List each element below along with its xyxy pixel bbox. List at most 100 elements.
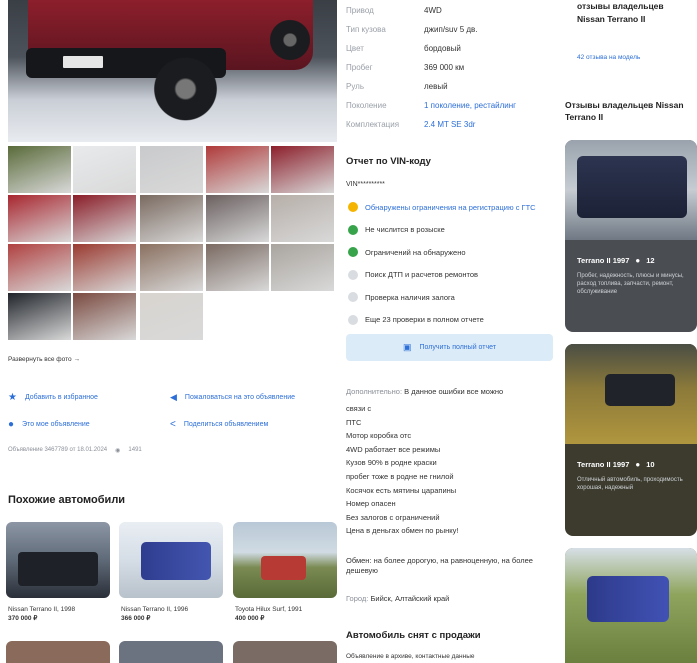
review-text: Пробег, надежность, плюсы и минусы, расх…: [577, 273, 684, 295]
document-icon: ▣: [402, 342, 412, 352]
photo-thumbnail[interactable]: [8, 195, 71, 242]
car-shape: [577, 156, 687, 218]
vin-check-text: Поиск ДТП и расчетов ремонтов: [365, 270, 479, 279]
review-head: Terrano II 1997 ● 12: [577, 256, 655, 265]
spec-key: Тип кузова: [346, 25, 386, 34]
lock-icon: [348, 314, 358, 325]
spec-row: Пробег 369 000 км: [346, 63, 464, 73]
photo-thumbnail[interactable]: [73, 195, 136, 242]
get-full-report-button[interactable]: ▣ Получить полный отчет: [346, 334, 553, 361]
similar-name: Nissan Terrano II, 1998: [8, 606, 76, 613]
vin-check-item: Обнаружены ограничения на регистрацию с …: [348, 202, 536, 212]
spec-key: Руль: [346, 82, 364, 91]
my-ad-action[interactable]: ● Это мое объявление: [8, 419, 90, 430]
vin-check-item: Не числится в розыске: [348, 224, 445, 235]
reviews-top-title[interactable]: отзывы владельцев Nissan Terrano II: [577, 0, 692, 26]
photo-thumbnail[interactable]: [8, 244, 71, 291]
photo-thumbnail[interactable]: [271, 146, 334, 193]
photo-thumbnail[interactable]: [8, 146, 71, 193]
description-first: В данное ошибки все можно: [404, 387, 504, 396]
vin-check-text: Ограничений на обнаружено: [365, 247, 466, 257]
spec-value: 4WD: [424, 6, 442, 15]
check-icon: [348, 224, 358, 235]
description-line: ПТС: [346, 417, 362, 427]
lock-icon: [348, 269, 358, 280]
share-icon: <: [170, 419, 176, 430]
review-card[interactable]: [565, 548, 697, 663]
photo-thumbnail[interactable]: [73, 146, 136, 193]
similar-price: 370 000 ₽: [8, 615, 38, 622]
spec-row: Поколение 1 поколение, рестайлинг: [346, 101, 516, 111]
description-line: Мотор коробка отс: [346, 431, 412, 441]
reviews-top-link[interactable]: 42 отзыва на модель: [577, 54, 640, 61]
similar-caption[interactable]: Nissan Terrano II, 1996 366 000 ₽: [121, 605, 188, 623]
views-count: 1491: [128, 447, 142, 453]
photo-thumbnail[interactable]: [206, 146, 269, 193]
review-photo: [565, 548, 697, 663]
review-card[interactable]: Terrano II 1997 ● 10 Отличный автомобиль…: [565, 344, 697, 536]
get-full-report-label: Получить полный отчет: [419, 344, 497, 351]
photo-thumbnail[interactable]: [206, 195, 269, 242]
car-wheel: [148, 54, 223, 124]
car-shape: [605, 374, 675, 406]
spec-key: Поколение: [346, 101, 387, 110]
description-line: Кузов 90% в родне краски: [346, 458, 437, 468]
review-count: 10: [646, 460, 655, 469]
spec-key: Комплектация: [346, 120, 400, 129]
description-head: Дополнительно: В данное ошибки все можно: [346, 387, 503, 397]
similar-car-photo[interactable]: [6, 641, 110, 663]
vin-check-item: Еще 23 проверки в полном отчете: [348, 314, 484, 325]
share-action[interactable]: < Поделиться объявлением: [170, 419, 268, 430]
vin-check-text: Еще 23 проверки в полном отчете: [365, 315, 484, 324]
user-icon: ●: [8, 419, 15, 430]
spec-value: джип/suv 5 дв.: [424, 25, 478, 34]
favorite-action[interactable]: ★ Добавить в избранное: [8, 392, 98, 403]
photo-thumbnail[interactable]: [73, 293, 136, 340]
ad-meta-text: Объявление 3467789 от 18.01.2024: [8, 447, 108, 453]
photo-thumbnail[interactable]: [206, 244, 269, 291]
car-shape: [18, 552, 98, 586]
photo-thumbnail[interactable]: [271, 195, 334, 242]
similar-price: 400 000 ₽: [235, 615, 265, 622]
photo-thumbnail[interactable]: [140, 244, 203, 291]
photo-thumbnail[interactable]: [73, 244, 136, 291]
similar-title: Похожие автомобили: [8, 494, 126, 506]
review-title: Terrano II 1997: [577, 256, 630, 265]
photo-thumbnail[interactable]: [8, 293, 71, 340]
spec-row: Тип кузова джип/suv 5 дв.: [346, 25, 478, 35]
check-icon: [348, 247, 358, 257]
similar-car-photo[interactable]: [233, 641, 337, 663]
description-line: Номер опасен: [346, 499, 396, 509]
expand-photos-link[interactable]: Развернуть все фото →: [8, 356, 80, 363]
review-photo: [565, 140, 697, 240]
review-title: Terrano II 1997: [577, 460, 630, 469]
photo-thumbnail[interactable]: [140, 146, 203, 193]
similar-name: Nissan Terrano II, 1996: [121, 606, 189, 613]
description-line: пробег тоже в родне не гнилой: [346, 472, 454, 481]
similar-car-photo[interactable]: [6, 522, 110, 598]
similar-caption[interactable]: Nissan Terrano II, 1998 370 000 ₽: [8, 605, 75, 623]
car-shape: [261, 556, 306, 580]
vin-check-item: Поиск ДТП и расчетов ремонтов: [348, 269, 479, 280]
review-text: Отличный автомобиль, проходимость хороша…: [577, 477, 683, 491]
photo-thumbnail[interactable]: [140, 195, 203, 242]
car-shape: [141, 542, 211, 580]
similar-car-photo[interactable]: [233, 522, 337, 598]
spec-value: 369 000 км: [424, 63, 465, 72]
exchange-text: Обмен: на более дорогую, на равноценную,…: [346, 556, 533, 575]
similar-car-photo[interactable]: [119, 641, 223, 663]
similar-car-photo[interactable]: [119, 522, 223, 598]
reviews-title: Отзывы владельцев Nissan Terrano II: [565, 100, 684, 122]
star-icon: ★: [8, 392, 17, 403]
car-wheel: [270, 14, 310, 66]
ad-meta: Объявление 3467789 от 18.01.2024 ◉ 1491: [8, 447, 142, 454]
vin-title: Отчет по VIN-коду: [346, 156, 431, 167]
description-label: Дополнительно:: [346, 387, 403, 396]
photo-thumbnail[interactable]: [271, 244, 334, 291]
review-card[interactable]: Terrano II 1997 ● 12 Пробег, надежность,…: [565, 140, 697, 332]
main-car-photo[interactable]: [8, 0, 337, 142]
photo-thumbnail[interactable]: [140, 293, 203, 340]
car-shape: [587, 576, 669, 622]
similar-caption[interactable]: Toyota Hilux Surf, 1991 400 000 ₽: [235, 605, 302, 623]
report-action[interactable]: ◀ Пожаловаться на это объявление: [170, 392, 295, 403]
